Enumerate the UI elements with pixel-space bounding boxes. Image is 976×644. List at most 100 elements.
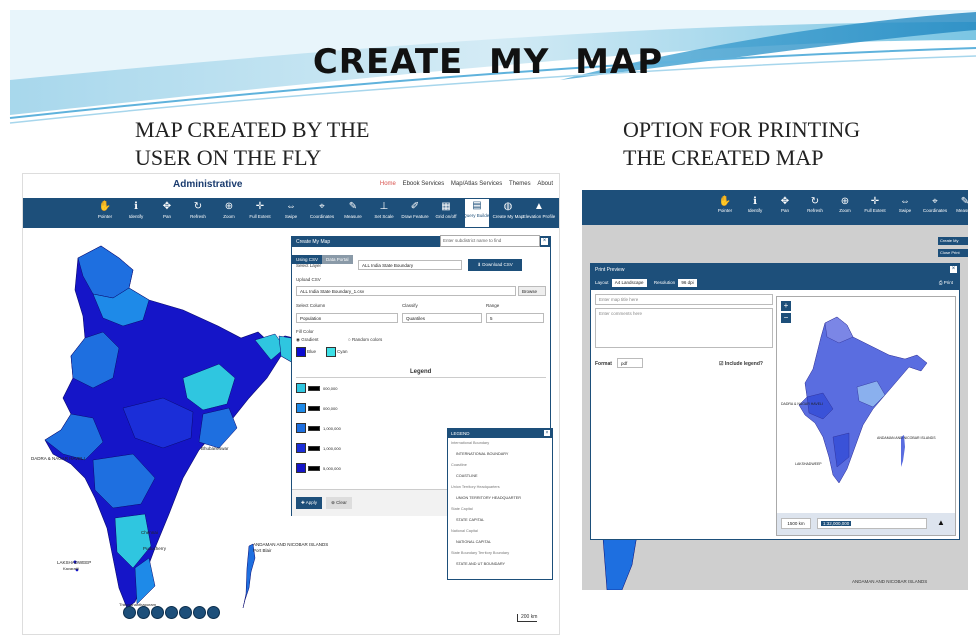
include-legend-checkbox[interactable]: ☑ Include legend? xyxy=(719,361,763,367)
tool2-identify[interactable]: ℹ Identify xyxy=(742,195,768,213)
query-icon: ▤ xyxy=(472,200,482,211)
nav-home[interactable]: Home xyxy=(380,181,396,187)
tool-query-builder[interactable]: ▤ Query Builder xyxy=(463,199,491,227)
tool-measure[interactable]: ✎ Measure xyxy=(341,200,365,220)
tool2-full-extent[interactable]: ✛ Full Extent xyxy=(862,195,888,213)
tool-swipe[interactable]: ⇔ Swipe xyxy=(279,200,303,220)
legend-outline-swatch xyxy=(308,405,320,411)
tool-set-scale[interactable]: ⊥ Set Scale xyxy=(372,200,396,220)
radio-gradient-label: Gradient xyxy=(301,337,319,342)
select-column-dropdown[interactable]: Population xyxy=(296,313,398,323)
clear-label: Clear xyxy=(336,500,347,505)
map-toolbar: ✋ Pointer ℹ Identify ✥ Pan ↻ Refresh ⊕ Zoom ✛ Full … xyxy=(23,198,559,228)
pan-icon: ✥ xyxy=(780,196,790,207)
resolution-select[interactable]: 96 dpi xyxy=(678,278,697,287)
tool-elevation-profile[interactable]: ▲ Elevation Profile xyxy=(523,200,556,220)
tool2-refresh[interactable]: ↻ Refresh xyxy=(802,195,828,213)
tool2-swipe[interactable]: ⇔ Swipe xyxy=(892,195,918,213)
side-button-create-my[interactable]: Create My xyxy=(938,237,968,245)
range-input[interactable]: 5 xyxy=(486,313,544,323)
andaman-islands xyxy=(242,543,256,609)
full-extent-icon: ✛ xyxy=(870,196,880,207)
elevation-icon: ▲ xyxy=(534,201,544,212)
tool-zoom[interactable]: ⊕ Zoom xyxy=(217,200,241,220)
legend-group-heading: Union Territory Headquarters xyxy=(451,485,500,489)
legend-class-value: 000,000 xyxy=(323,385,338,391)
hand-icon: ✋ xyxy=(98,201,112,212)
tool-full-extent[interactable]: ✛ Full Extent xyxy=(248,200,272,220)
nav-control-6[interactable] xyxy=(193,606,206,619)
nav-control-2[interactable] xyxy=(137,606,150,619)
print-close-icon[interactable]: × xyxy=(950,266,957,273)
browse-button[interactable]: Browse xyxy=(518,286,546,296)
tool2-pan[interactable]: ✥ Pan xyxy=(772,195,798,213)
tool-pointer[interactable]: ✋ Pointer xyxy=(93,200,117,220)
app-title: Administrative xyxy=(173,179,243,190)
select-layer-dropdown[interactable]: ALL India State Boundary xyxy=(358,260,462,270)
legend-color-swatch[interactable] xyxy=(296,463,306,473)
nav-control-1[interactable] xyxy=(123,606,136,619)
nav-control-7[interactable] xyxy=(207,606,220,619)
comments-textarea[interactable]: Enter comments here xyxy=(595,308,773,348)
legend-outline-swatch xyxy=(308,425,320,431)
tool2-measure[interactable]: ✎Measure xyxy=(952,195,968,213)
nav-themes[interactable]: Themes xyxy=(509,181,531,187)
caption-right: OPTION FOR PRINTING THE CREATED MAP xyxy=(623,116,860,172)
tool2-pointer[interactable]: ✋ Pointer xyxy=(712,195,738,213)
layout-select[interactable]: A4 Landscape xyxy=(611,278,647,287)
apply-button[interactable]: ✚ Apply xyxy=(296,497,322,509)
tab-data-portal[interactable]: Data Portal xyxy=(322,255,353,264)
label-port-blair: Port Blair xyxy=(253,548,272,553)
legend-color-swatch[interactable] xyxy=(296,383,306,393)
nav-control-4[interactable] xyxy=(165,606,178,619)
nav-about[interactable]: About xyxy=(537,181,553,187)
tool-identify[interactable]: ℹ Identify xyxy=(124,200,148,220)
print-preview-panel: Print Preview × Layout A4 Landscape Reso… xyxy=(590,263,960,540)
download-csv-button[interactable]: ⬇ Download CSV xyxy=(468,259,522,271)
tool-draw-feature[interactable]: ✐ Draw Feature xyxy=(401,200,428,220)
tool-grid-on-off[interactable]: ▦ Grid on/off xyxy=(434,200,458,220)
nav-control-5[interactable] xyxy=(179,606,192,619)
tool-pan[interactable]: ✥ Pan xyxy=(155,200,179,220)
color-to-swatch[interactable] xyxy=(326,347,336,357)
tool-create-my-map[interactable]: ◍ Create My Map xyxy=(493,200,524,220)
pan-icon: ✥ xyxy=(162,201,172,212)
legend-color-swatch[interactable] xyxy=(296,403,306,413)
radio-gradient[interactable]: ◉ Gradient xyxy=(296,337,318,343)
zoom-out-button[interactable]: − xyxy=(781,313,791,323)
nav-control-3[interactable] xyxy=(151,606,164,619)
map-title-input[interactable]: Enter map title here xyxy=(595,294,773,305)
nav-map-atlas-services[interactable]: Map/Atlas Services xyxy=(451,181,502,187)
zoom-in-button[interactable]: + xyxy=(781,301,791,311)
format-select[interactable]: pdf xyxy=(617,358,643,368)
classify-dropdown[interactable]: Quantiles xyxy=(402,313,482,323)
presentation-slide: CREATE MY MAP MAP CREATED BY THE USER ON… xyxy=(0,0,976,644)
map-legend-panel: LEGEND × International Boundary INTERNATI… xyxy=(447,428,553,580)
select-column-label: Select Column xyxy=(296,303,326,308)
tool-coordinates[interactable]: ⌖ Coordinates xyxy=(310,200,334,220)
tool2-zoom[interactable]: ⊕ Zoom xyxy=(832,195,858,213)
map-toolbar-2: ✋ Pointer ℹ Identify ✥ Pan ↻ Refresh ⊕ Zoom ✛ Full … xyxy=(582,190,968,225)
radio-random-colors[interactable]: ○ Random colors xyxy=(348,337,382,342)
legend-group-heading: National Capital xyxy=(451,529,478,533)
print-preview-header: Print Preview × xyxy=(591,264,959,276)
clear-button[interactable]: ⊗ Clear xyxy=(326,497,352,509)
search-input[interactable]: Enter subdistrict name to find xyxy=(440,235,540,247)
legend-color-swatch[interactable] xyxy=(296,423,306,433)
legend-panel-title: LEGEND xyxy=(451,431,470,436)
print-options-bar: Layout A4 Landscape Resolution 96 dpi ⎙ … xyxy=(591,276,959,290)
legend-color-swatch[interactable] xyxy=(296,443,306,453)
legend-close-icon[interactable]: × xyxy=(544,430,550,436)
upload-csv-field[interactable]: ALL India State Boundary_1.csv xyxy=(296,286,516,296)
color-from-swatch[interactable] xyxy=(296,347,306,357)
print-button[interactable]: ⎙ Print xyxy=(939,276,953,290)
tool2-coordinates[interactable]: ⌖ Coordinates xyxy=(922,195,948,213)
scale-input[interactable]: 1:32,000,000 xyxy=(817,518,927,529)
tool-refresh[interactable]: ↻ Refresh xyxy=(186,200,210,220)
nav-ebook-services[interactable]: Ebook Services xyxy=(403,181,445,187)
side-button-close-print[interactable]: Close Print xyxy=(938,249,968,257)
legend-class-value: 5,000,000 xyxy=(323,465,341,471)
refresh-icon: ↻ xyxy=(810,196,820,207)
legend-panel-header: LEGEND × xyxy=(448,429,552,438)
close-icon[interactable]: × xyxy=(541,238,548,245)
